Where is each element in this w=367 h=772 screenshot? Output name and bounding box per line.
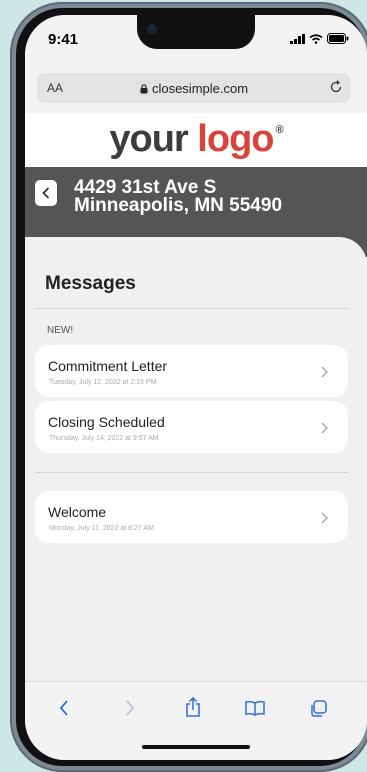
home-indicator[interactable] [142,745,250,749]
message-card[interactable]: Commitment Letter Tuesday, July 12, 2022… [35,345,348,397]
message-date: Monday, July 11, 2022 at 8:27 AM [49,525,154,532]
address-line-2: Minneapolis, MN 55490 [74,195,283,216]
logo-banner: your logo ® [25,113,367,167]
phone-screen: 9:41 AA closesimple.com your logo ® 4429… [25,15,367,760]
divider [35,308,348,309]
reload-icon[interactable] [329,80,343,94]
status-time: 9:41 [48,31,79,48]
new-section-label: NEW! [47,325,74,336]
brand-logo: your logo ® [109,118,283,160]
back-button[interactable] [35,180,57,206]
message-card[interactable]: Welcome Monday, July 11, 2022 at 8:27 AM [35,491,348,543]
battery-icon [327,33,349,44]
wifi-icon [309,33,323,44]
url-text: closesimple.com [151,81,249,96]
status-icons [290,33,349,44]
message-title: Commitment Letter [48,358,168,374]
back-arrow-icon[interactable] [59,700,69,716]
chevron-right-icon [321,422,328,434]
page-title: Messages [45,273,136,294]
lock-icon [140,84,148,94]
message-title: Welcome [48,504,107,520]
message-date: Tuesday, July 12, 2022 at 2:15 PM [49,379,157,386]
camera-icon [147,24,157,34]
notch [137,15,255,49]
messages-panel [25,257,367,681]
chevron-left-icon [42,187,50,199]
bookmarks-icon[interactable] [245,700,265,716]
message-card[interactable]: Closing Scheduled Thursday, July 14, 202… [35,401,348,453]
signal-icon [290,33,305,44]
chevron-right-icon [321,512,328,524]
chevron-right-icon [321,366,328,378]
message-title: Closing Scheduled [48,414,165,430]
tabs-icon[interactable] [309,700,327,718]
address-bar[interactable]: AA closesimple.com [37,73,351,103]
url-display[interactable]: closesimple.com [37,81,351,96]
divider [35,472,348,473]
message-date: Thursday, July 14, 2022 at 9:57 AM [49,435,159,442]
forward-arrow-icon[interactable] [125,700,135,716]
share-icon[interactable] [185,697,201,717]
